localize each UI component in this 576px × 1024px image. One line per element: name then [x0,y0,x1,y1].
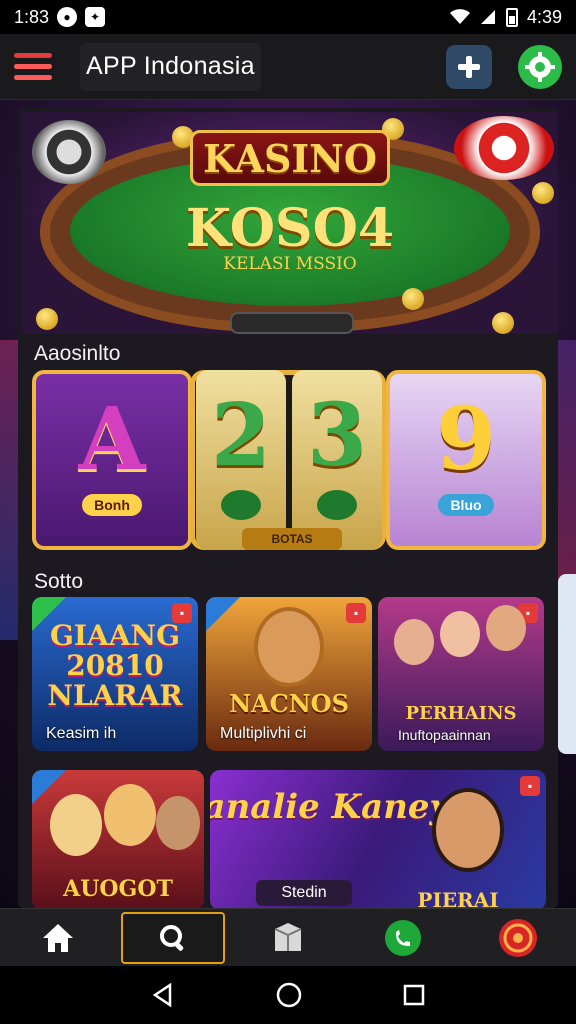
status-bar: 1:83 ● ✦ 4:39 [0,0,576,34]
gear-icon [525,51,555,82]
reel-symbol: 2 [211,385,271,486]
circle-notification-icon: ● [57,7,78,27]
banner-subtitle: KELASI MSSIO [223,254,357,274]
game-tile[interactable]: ▪ NACNOS Multiplivhi ci [206,597,372,751]
settings-button[interactable] [518,44,562,89]
badge-icon: ▪ [346,603,366,623]
battery-icon [505,8,518,27]
wifi-icon [449,9,470,24]
nav-home[interactable] [6,912,110,964]
reel-symbol: A [78,389,146,490]
tile-caption: Inuftopaainnan [398,727,491,743]
reel-9[interactable]: 9 Bluo [386,370,546,550]
game-tile-wide[interactable]: ▪ Manalie Kaneyes Stedin PIERAI [210,770,546,908]
tile-caption: Keasim ih [46,725,117,742]
section-slots-label: Aaosinlto [34,342,121,365]
home-icon [42,923,73,952]
hamburger-icon[interactable] [14,48,52,86]
tile-title-2: PIERAI [417,888,499,908]
reel-tag: Bonh [82,494,142,516]
tile-title: PERHAINS [405,703,517,724]
app-notification-icon: ✦ [85,7,106,27]
reel-2[interactable]: 2 [196,370,286,550]
nav-search[interactable] [120,911,225,964]
side-drawer-tab[interactable] [558,574,576,754]
table-rail [230,312,354,334]
phone-icon [385,919,422,956]
add-button[interactable] [446,44,492,89]
box-icon [274,922,302,951]
banner-title: KOSO4 [185,198,395,259]
search-icon [159,924,184,951]
home-circle-icon[interactable] [275,981,303,1009]
game-tile[interactable]: ▪ GIAANG 20810 NLARAR Keasim ih [32,597,198,751]
section-games-label: Sotto [34,570,84,593]
badge-icon: ▪ [520,776,540,796]
tile-title: AUOGOT [63,876,173,902]
reel-a[interactable]: A Bonh [32,370,192,550]
nav-box[interactable] [236,912,340,964]
tile-title: GIAANG 20810 NLARAR [47,619,183,712]
tile-caption: Multiplivhi ci [220,725,307,742]
target-icon [499,918,538,957]
chip-stack-icon [32,120,106,184]
reel-symbol: 3 [307,385,367,486]
reel-tag: Bluo [438,494,494,516]
tile-title: NACNOS [229,689,349,718]
hero-banner[interactable]: KASINO KOSO4 KELASI MSSIO [22,112,558,334]
game-tile[interactable]: AUOGOT [32,770,204,908]
reel-tag [221,490,261,520]
main-content[interactable]: KASINO KOSO4 KELASI MSSIO Aaosinlto A Bo… [0,100,576,908]
slot-reels[interactable]: A Bonh 2 3 9 Bluo BOTAS [32,370,546,550]
system-nav [0,966,576,1024]
kasino-sign: KASINO [190,130,390,186]
app-title: APP Indonasia [80,42,261,91]
bottom-nav [0,908,576,966]
plus-icon [458,55,480,78]
status-clock: 4:39 [526,6,562,27]
reel-3[interactable]: 3 [292,370,382,550]
app-bar: APP Indonasia [0,34,576,100]
chip-stack-icon-2 [454,116,554,180]
nav-target[interactable] [466,912,570,964]
signal-icon [480,10,495,24]
reel-base-label: BOTAS [242,528,342,550]
recents-icon[interactable] [402,983,426,1007]
nav-phone[interactable] [351,912,455,964]
reel-symbol: 9 [436,389,496,490]
back-icon[interactable] [150,982,176,1008]
game-tile[interactable]: ▪ PERHAINS Inuftopaainnan [378,597,544,751]
side-glow-left [0,340,20,640]
reel-tag [317,490,357,520]
status-time: 1:83 [14,6,50,27]
